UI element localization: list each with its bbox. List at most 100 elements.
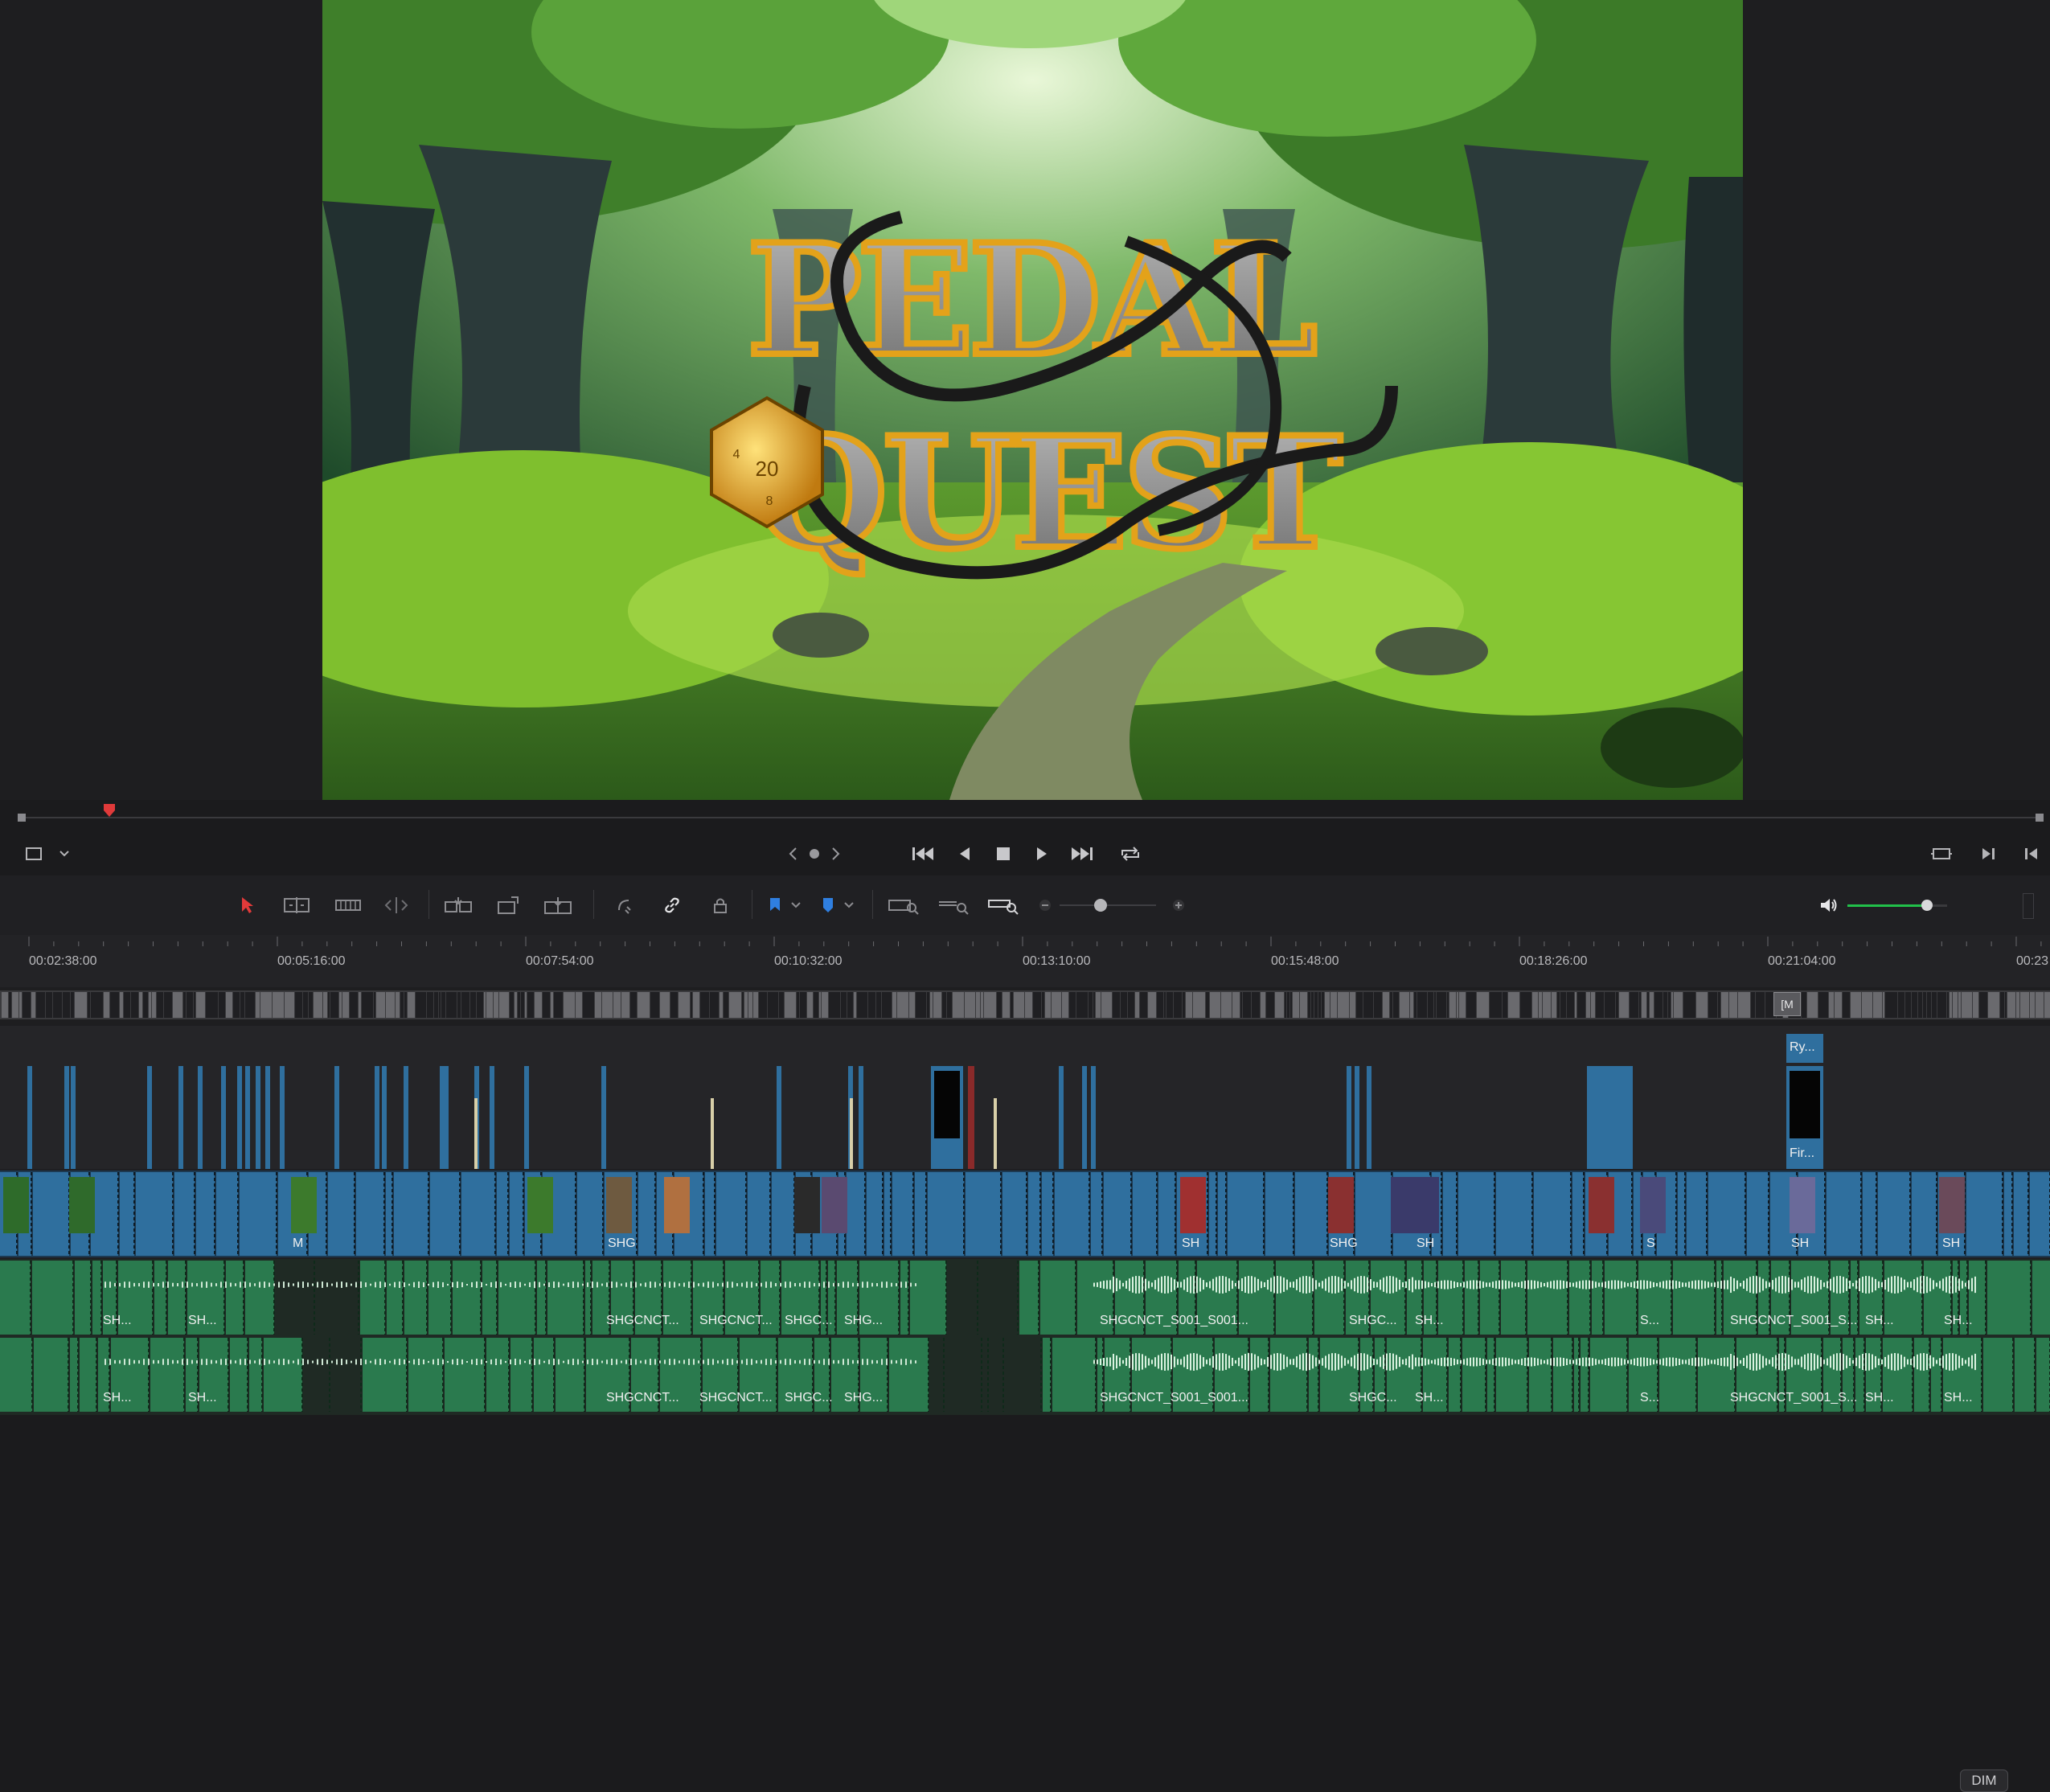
scrub-start-handle[interactable] — [18, 814, 26, 822]
title-clip[interactable] — [777, 1066, 781, 1169]
flag-dropdown-chevron-icon[interactable] — [789, 893, 802, 917]
audio-clip[interactable] — [230, 1338, 248, 1412]
video-clip[interactable] — [1496, 1172, 1532, 1256]
title-clip[interactable] — [178, 1066, 183, 1169]
title-clip[interactable] — [245, 1066, 250, 1169]
video-clip[interactable] — [1002, 1172, 1027, 1256]
title-clip[interactable] — [256, 1066, 260, 1169]
title-clip[interactable] — [1587, 1066, 1632, 1169]
title-clip[interactable] — [1355, 1066, 1359, 1169]
audio-clip[interactable] — [1931, 1338, 1941, 1412]
audio-clip[interactable] — [2036, 1338, 2050, 1412]
title-clip[interactable] — [198, 1066, 203, 1169]
audio-clip[interactable] — [556, 1338, 584, 1412]
video-clip[interactable] — [1687, 1172, 1707, 1256]
insert-clip-icon[interactable] — [441, 893, 476, 917]
audio-clip[interactable] — [1314, 1261, 1344, 1335]
chevron-down-icon[interactable] — [58, 845, 71, 863]
audio-clip[interactable] — [1465, 1261, 1478, 1335]
title-clip[interactable] — [382, 1066, 387, 1169]
audio-clip[interactable] — [360, 1261, 385, 1335]
title-clip[interactable] — [968, 1066, 974, 1169]
video-clip[interactable] — [430, 1172, 460, 1256]
audio-clip[interactable] — [1716, 1261, 1722, 1335]
audio-clip[interactable] — [34, 1338, 68, 1412]
linked-selection-icon[interactable] — [659, 893, 685, 917]
audio-clip[interactable] — [1529, 1338, 1552, 1412]
video-clip[interactable] — [1878, 1172, 1910, 1256]
video-clip[interactable] — [1827, 1172, 1861, 1256]
stop-icon[interactable] — [992, 842, 1015, 866]
replace-clip-icon[interactable] — [540, 893, 576, 917]
video-clip[interactable] — [120, 1172, 134, 1256]
video-clip[interactable] — [386, 1172, 392, 1256]
video-clip[interactable] — [216, 1172, 238, 1256]
video-clip[interactable] — [356, 1172, 384, 1256]
audio-clip[interactable] — [486, 1338, 509, 1412]
video-clip[interactable] — [2004, 1172, 2012, 1256]
video-clip[interactable] — [638, 1172, 655, 1256]
video-clip[interactable] — [1678, 1172, 1685, 1256]
video-clip[interactable] — [1912, 1172, 1937, 1256]
audio-clip[interactable] — [70, 1338, 78, 1412]
previous-edit-icon[interactable] — [2019, 842, 2044, 866]
zoom-full-extent-icon[interactable] — [884, 893, 921, 917]
title-clip[interactable] — [27, 1066, 32, 1169]
jog-control[interactable] — [786, 843, 843, 864]
scrub-end-handle[interactable] — [2036, 814, 2044, 822]
video-clip[interactable] — [33, 1172, 69, 1256]
volume-slider-handle[interactable] — [1921, 900, 1933, 911]
video-clip[interactable] — [1443, 1172, 1457, 1256]
zoom-slider-track[interactable] — [1060, 904, 1156, 906]
audio-clip[interactable] — [1553, 1338, 1572, 1412]
audio-clip[interactable] — [1983, 1338, 2013, 1412]
selection-mode-icon[interactable] — [235, 893, 259, 917]
overwrite-clip-icon[interactable] — [492, 893, 524, 917]
snapping-icon[interactable] — [611, 893, 637, 917]
video-clip[interactable] — [1218, 1172, 1226, 1256]
zoom-custom-icon[interactable] — [984, 893, 1021, 917]
video-clip[interactable] — [1708, 1172, 1745, 1256]
audio-clip[interactable] — [1462, 1338, 1486, 1412]
audio-clip[interactable] — [150, 1338, 184, 1412]
viewer-layout-icon[interactable] — [23, 843, 45, 864]
title-clip[interactable] — [404, 1066, 408, 1169]
audio-clip[interactable] — [1581, 1338, 1589, 1412]
title-clip[interactable] — [64, 1066, 69, 1169]
video-clip[interactable] — [928, 1172, 964, 1256]
video-clip[interactable] — [497, 1172, 508, 1256]
volume-icon[interactable] — [1817, 893, 1841, 917]
title-clip[interactable] — [1091, 1066, 1096, 1169]
video-clip[interactable] — [136, 1172, 173, 1256]
viewer-playhead[interactable] — [104, 804, 115, 817]
video-clip[interactable] — [716, 1172, 746, 1256]
video-clip[interactable] — [1265, 1172, 1294, 1256]
video-clip[interactable] — [1295, 1172, 1327, 1256]
audio-clip[interactable] — [1309, 1338, 1318, 1412]
audio-clip[interactable] — [80, 1338, 96, 1412]
zoom-detail-icon[interactable] — [934, 893, 971, 917]
video-clip[interactable] — [1747, 1172, 1769, 1256]
audio-clip[interactable] — [226, 1261, 244, 1335]
audio-clip[interactable] — [1270, 1338, 1307, 1412]
title-clip[interactable] — [994, 1098, 997, 1169]
audio-clip[interactable] — [534, 1338, 554, 1412]
video-clip[interactable] — [1028, 1172, 1040, 1256]
audio-clip[interactable] — [1659, 1338, 1696, 1412]
audio-clip[interactable] — [482, 1261, 497, 1335]
match-frame-icon[interactable] — [1928, 842, 1955, 866]
marker-icon[interactable] — [818, 893, 838, 917]
video-clip[interactable] — [461, 1172, 495, 1256]
dynamic-trim-mode-icon[interactable] — [331, 893, 365, 917]
title-clip[interactable] — [490, 1066, 494, 1169]
video-clip[interactable] — [1863, 1172, 1876, 1256]
title-clip[interactable] — [334, 1066, 339, 1169]
zoom-slider-handle[interactable] — [1094, 899, 1107, 912]
audio-clip[interactable] — [1052, 1338, 1096, 1412]
audio-clip[interactable] — [245, 1261, 274, 1335]
skip-to-end-icon[interactable] — [1068, 842, 1097, 866]
next-edit-icon[interactable] — [1976, 842, 2000, 866]
audio-clip[interactable] — [408, 1338, 443, 1412]
video-clip[interactable] — [2014, 1172, 2028, 1256]
title-clip[interactable] — [1367, 1066, 1371, 1169]
